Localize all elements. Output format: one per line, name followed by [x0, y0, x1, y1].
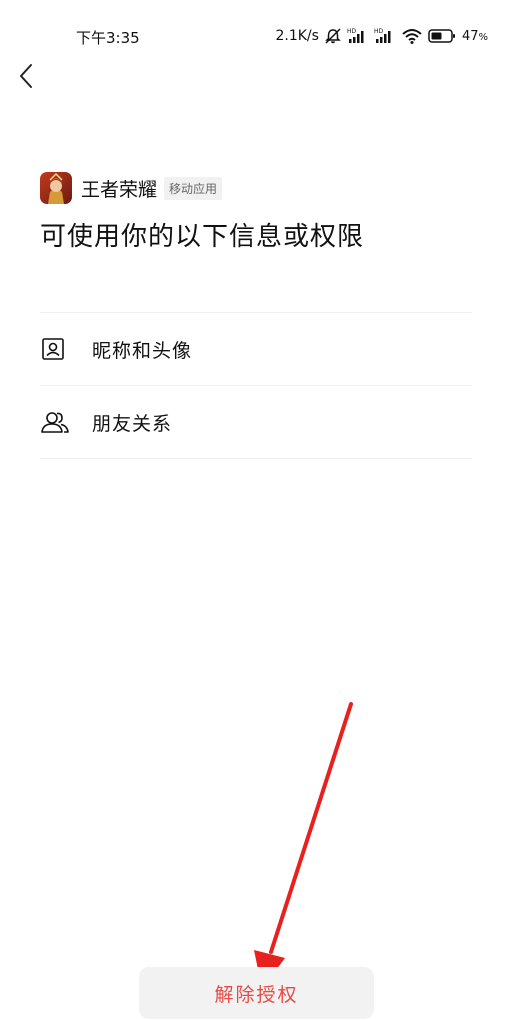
- hd-signal-icon: HD: [347, 27, 369, 45]
- battery-value: 47: [461, 28, 479, 44]
- app-icon: [40, 172, 72, 204]
- status-bar: 下午3:35 2.1K/s HD HD 47%: [0, 0, 513, 70]
- app-name: 王者荣耀: [81, 178, 158, 201]
- battery-icon: [428, 28, 456, 44]
- battery-unit: %: [478, 31, 488, 43]
- svg-text:HD: HD: [347, 28, 357, 35]
- back-button[interactable]: [10, 60, 42, 96]
- wifi-icon: [401, 27, 423, 45]
- svg-text:HD: HD: [374, 28, 384, 35]
- app-header: 王者荣耀 移动应用: [40, 172, 223, 204]
- network-speed: 2.1K/s: [275, 28, 319, 44]
- status-time: 下午3:35: [76, 29, 140, 47]
- page-title: 可使用你的以下信息或权限: [40, 222, 365, 252]
- back-chevron-icon: [18, 62, 34, 94]
- status-icons: 2.1K/s HD HD 47%: [275, 25, 488, 47]
- permission-list: 昵称和头像 朋友关系: [40, 312, 472, 459]
- profile-card-icon: [40, 334, 70, 364]
- battery-percent: 47%: [462, 29, 488, 44]
- annotation-arrow: [254, 702, 353, 989]
- permission-label: 朋友关系: [92, 412, 173, 435]
- screen: 下午3:35 2.1K/s HD HD 47% 王者荣耀 移动应用 可使用你的以…: [0, 0, 513, 1020]
- permission-item-friends: 朋友关系: [40, 386, 472, 459]
- revoke-authorization-button[interactable]: 解除授权: [139, 967, 374, 1019]
- alarm-off-icon: [324, 27, 342, 45]
- hd-signal-icon: HD: [374, 27, 396, 45]
- app-type-badge: 移动应用: [164, 176, 223, 200]
- permission-item-profile: 昵称和头像: [40, 313, 472, 386]
- permission-label: 昵称和头像: [92, 339, 193, 362]
- friends-icon: [40, 407, 70, 437]
